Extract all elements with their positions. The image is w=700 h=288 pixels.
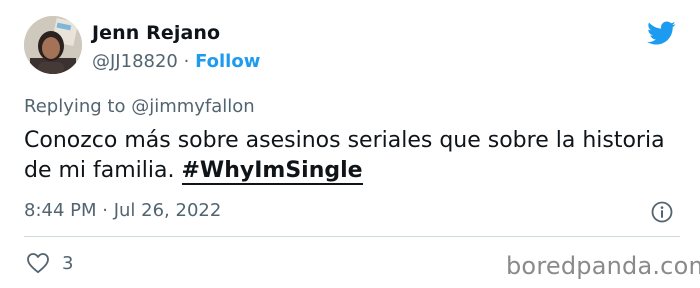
author-name[interactable]: Jenn Rejano (92, 22, 220, 44)
heart-icon[interactable] (26, 252, 50, 274)
twitter-bird-icon[interactable] (644, 18, 678, 48)
replying-to: Replying to @jimmyfallon (24, 96, 255, 117)
tweet-body: Conozco más sobre asesinos seriales que … (24, 126, 684, 186)
tweet-time: 8:44 PM (24, 200, 97, 221)
tweet-card: Jenn Rejano @JJ18820 · Follow Replying t… (0, 0, 700, 288)
follow-button[interactable]: Follow (195, 51, 260, 72)
author-handle-line: @JJ18820 · Follow (92, 51, 260, 72)
replying-prefix: Replying to (24, 96, 132, 117)
reply-target-link[interactable]: @jimmyfallon (131, 96, 255, 117)
watermark: boredpanda.com (506, 252, 700, 280)
handle-separator: · (177, 51, 196, 72)
avatar[interactable] (24, 16, 82, 74)
avatar-image (24, 16, 82, 74)
hashtag-link[interactable]: #WhyImSingle (181, 158, 363, 185)
divider (24, 236, 680, 237)
info-icon[interactable] (650, 200, 674, 224)
tweet-date: Jul 26, 2022 (113, 200, 222, 221)
tweet-timestamp[interactable]: 8:44 PM · Jul 26, 2022 (24, 200, 221, 221)
like-count: 3 (62, 253, 74, 274)
author-handle[interactable]: @JJ18820 (92, 51, 178, 72)
timestamp-separator: · (96, 200, 114, 221)
